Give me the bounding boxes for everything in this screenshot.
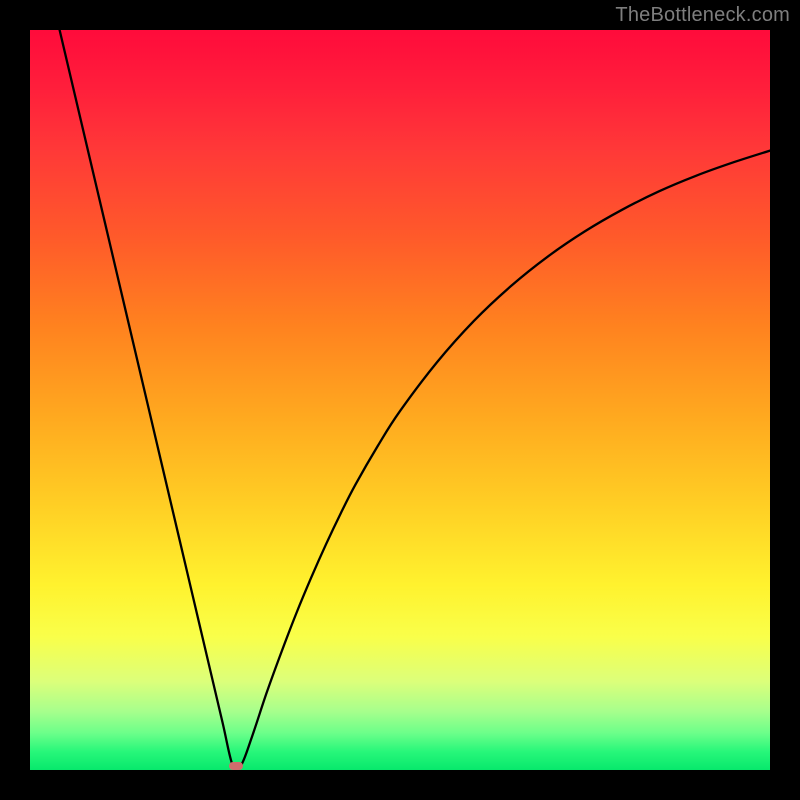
optimum-marker	[229, 762, 243, 770]
plot-area	[30, 30, 770, 770]
watermark-text: TheBottleneck.com	[615, 4, 790, 27]
chart-frame: TheBottleneck.com	[0, 0, 800, 800]
curve-svg	[30, 30, 770, 770]
bottleneck-curve	[60, 30, 770, 770]
